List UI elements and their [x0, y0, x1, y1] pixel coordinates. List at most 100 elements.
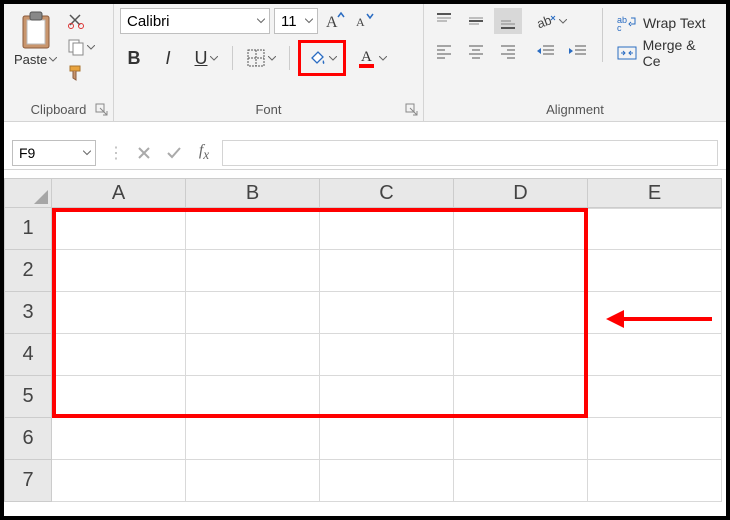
column-headers: A B C D E [4, 178, 726, 208]
align-top-button[interactable] [430, 8, 458, 34]
cell[interactable] [320, 292, 454, 334]
cell[interactable] [52, 208, 186, 250]
cell[interactable] [186, 292, 320, 334]
fx-icon: fx [199, 142, 209, 163]
grid-rows: 1 2 3 4 5 6 7 [4, 208, 726, 502]
align-right-button[interactable] [494, 38, 522, 64]
copy-button[interactable] [65, 36, 97, 58]
cell[interactable] [588, 334, 722, 376]
increase-indent-button[interactable] [564, 38, 592, 64]
font-size-value: 11 [281, 13, 297, 30]
decrease-font-icon: A [354, 11, 376, 31]
select-all-corner[interactable] [4, 178, 52, 208]
cell[interactable] [320, 334, 454, 376]
chevron-down-icon [305, 19, 313, 24]
insert-function-button[interactable]: fx [194, 143, 214, 163]
cell[interactable] [186, 208, 320, 250]
row-header[interactable]: 2 [4, 250, 52, 292]
separator-dots: ⋮ [108, 143, 124, 163]
cell[interactable] [52, 376, 186, 418]
row-header[interactable]: 7 [4, 460, 52, 502]
svg-text:A: A [356, 15, 365, 29]
scissors-icon [67, 12, 85, 30]
underline-button[interactable]: U [188, 44, 224, 72]
cell[interactable] [454, 208, 588, 250]
align-right-icon [499, 42, 517, 60]
merge-center-button[interactable]: Merge & Ce [613, 40, 720, 66]
fill-color-button[interactable] [302, 44, 342, 72]
row-header[interactable]: 6 [4, 418, 52, 460]
paste-button[interactable]: Paste [10, 8, 61, 84]
cell[interactable] [320, 460, 454, 502]
font-color-button[interactable]: A [352, 44, 392, 72]
row-header[interactable]: 1 [4, 208, 52, 250]
col-header[interactable]: D [454, 178, 588, 208]
wrap-text-icon: abc [617, 14, 637, 32]
cell[interactable] [588, 292, 722, 334]
cancel-formula-button[interactable] [134, 143, 154, 163]
cell[interactable] [454, 418, 588, 460]
cell[interactable] [588, 208, 722, 250]
align-bottom-button[interactable] [494, 8, 522, 34]
cell[interactable] [454, 250, 588, 292]
align-left-button[interactable] [430, 38, 458, 64]
align-middle-button[interactable] [462, 8, 490, 34]
cell[interactable] [588, 418, 722, 460]
col-header[interactable]: B [186, 178, 320, 208]
row-header[interactable]: 4 [4, 334, 52, 376]
chevron-down-icon [329, 56, 337, 61]
formula-input[interactable] [222, 140, 718, 166]
orientation-button[interactable]: ab [532, 8, 572, 34]
enter-formula-button[interactable] [164, 143, 184, 163]
decrease-font-button[interactable]: A [352, 8, 378, 34]
row-header[interactable]: 3 [4, 292, 52, 334]
font-name-select[interactable]: Calibri [120, 8, 270, 34]
cell[interactable] [186, 460, 320, 502]
underline-label: U [195, 48, 208, 69]
cell[interactable] [454, 334, 588, 376]
increase-font-button[interactable]: A [322, 8, 348, 34]
cell[interactable] [320, 376, 454, 418]
cell[interactable] [454, 292, 588, 334]
italic-button[interactable]: I [154, 44, 182, 72]
col-header[interactable]: A [52, 178, 186, 208]
cell[interactable] [454, 376, 588, 418]
row-header[interactable]: 5 [4, 376, 52, 418]
cell[interactable] [186, 250, 320, 292]
cell[interactable] [52, 460, 186, 502]
svg-text:ab: ab [537, 12, 553, 30]
name-box-value: F9 [19, 145, 35, 161]
dialog-launcher-icon[interactable] [405, 103, 419, 117]
align-center-button[interactable] [462, 38, 490, 64]
decrease-indent-button[interactable] [532, 38, 560, 64]
cell[interactable] [588, 460, 722, 502]
cell[interactable] [588, 376, 722, 418]
font-name-value: Calibri [127, 13, 170, 30]
cell[interactable] [52, 334, 186, 376]
col-header[interactable]: E [588, 178, 722, 208]
bold-button[interactable]: B [120, 44, 148, 72]
wrap-text-label: Wrap Text [643, 15, 706, 31]
name-box[interactable]: F9 [12, 140, 96, 166]
dialog-launcher-icon[interactable] [95, 103, 109, 117]
cell[interactable] [454, 460, 588, 502]
cell[interactable] [52, 250, 186, 292]
col-header[interactable]: C [320, 178, 454, 208]
borders-button[interactable] [241, 44, 281, 72]
cell[interactable] [320, 418, 454, 460]
cell[interactable] [588, 250, 722, 292]
align-center-icon [467, 42, 485, 60]
cell[interactable] [320, 208, 454, 250]
cut-button[interactable] [65, 10, 87, 32]
cell[interactable] [186, 334, 320, 376]
format-painter-button[interactable] [65, 62, 87, 84]
cell[interactable] [52, 418, 186, 460]
wrap-text-button[interactable]: abc Wrap Text [613, 10, 720, 36]
cell[interactable] [186, 376, 320, 418]
cell[interactable] [320, 250, 454, 292]
font-size-select[interactable]: 11 [274, 8, 318, 34]
cell[interactable] [52, 292, 186, 334]
cell[interactable] [186, 418, 320, 460]
orientation-icon: ab [537, 12, 559, 30]
copy-icon [67, 38, 87, 56]
